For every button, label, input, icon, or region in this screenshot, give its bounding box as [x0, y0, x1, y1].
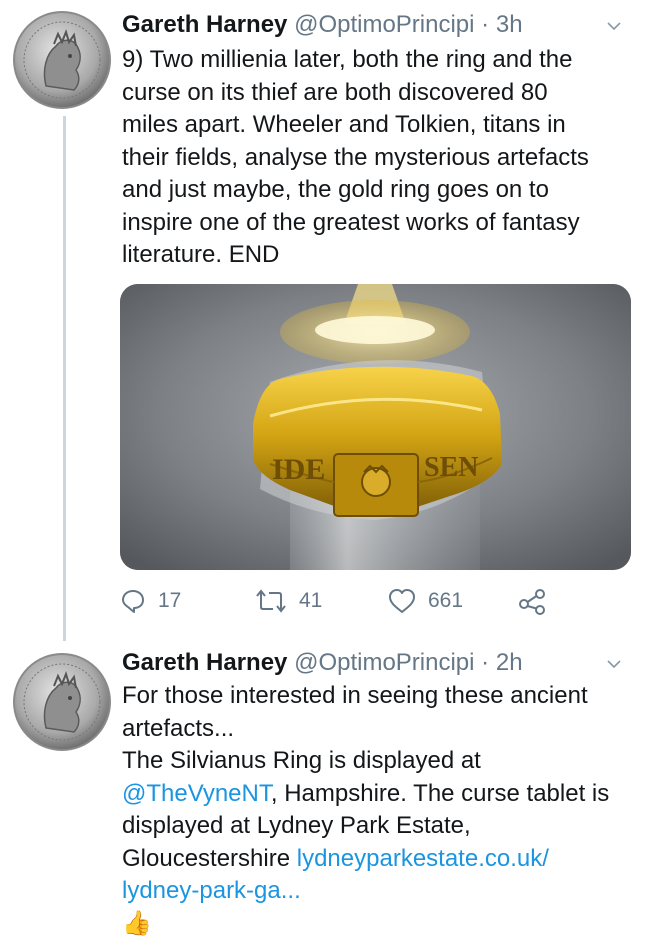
avatar[interactable] [6, 4, 118, 116]
tweet-text-line: curse on its thief are both discovered 8… [122, 78, 548, 106]
tweet-text-line: inspire one of the greatest works of fan… [122, 208, 580, 236]
author-name[interactable]: Gareth Harney [122, 11, 287, 38]
author-name[interactable]: Gareth Harney [122, 649, 287, 676]
retweet-icon [256, 589, 286, 613]
reply-icon [122, 590, 144, 613]
tweet-text-line: @TheVyneNT, Hampshire. The curse tablet … [122, 778, 632, 811]
tweet-text-line: artefacts... [122, 714, 235, 742]
tweet-header: Gareth Harney @OptimoPrincipi · 2h [122, 648, 523, 678]
tweet-text-fragment: , Hampshire. The curse tablet is [270, 779, 610, 807]
tweet-text-line: displayed at Lydney Park Estate, [122, 812, 471, 839]
avatar[interactable] [6, 646, 118, 758]
author-handle[interactable]: @OptimoPrincipi [294, 649, 474, 676]
tweet-text-line: 👍 [122, 908, 632, 941]
tweet-text: For those interested in seeing these anc… [122, 680, 632, 940]
tweet-text-line: and just maybe, the gold ring goes on to [122, 176, 549, 203]
coin-avatar [8, 6, 116, 114]
tweet-text-line: 9) Two millienia later, both the ring an… [122, 46, 573, 73]
tweet-text-line: Gloucestershire lydneyparkestate.co.uk/ [122, 843, 632, 876]
url-link-continued[interactable]: lydney-park-ga... [122, 877, 301, 904]
ring-inscription-right: SEN [424, 452, 478, 483]
separator-dot: · [481, 649, 490, 676]
reply-button[interactable]: 17 [120, 588, 181, 614]
tweet-text-line: miles apart. Wheeler and Tolkien, titans… [122, 111, 566, 138]
share-button[interactable] [518, 588, 546, 616]
tweet-text-line: For those interested in seeing these anc… [122, 682, 588, 709]
tweet-text: 9) Two millienia later, both the ring an… [122, 44, 632, 272]
like-icon [389, 589, 415, 613]
like-count: 661 [428, 589, 464, 612]
author-handle[interactable]: @OptimoPrincipi [294, 11, 474, 38]
tweet-text-line: their fields, analyse the mysterious art… [122, 143, 589, 171]
gold-ring-photo: IDE SEN [120, 284, 631, 570]
tweet-text-line: The Silvianus Ring is displayed at [122, 747, 481, 774]
retweet-count: 41 [299, 589, 323, 612]
thumbs-up-emoji: 👍 [122, 909, 152, 937]
tweet-media-image[interactable]: IDE SEN [120, 284, 631, 570]
chevron-down-icon[interactable] [606, 18, 622, 34]
tweet-timestamp[interactable]: 3h [496, 11, 523, 38]
url-link[interactable]: lydneyparkestate.co.uk/ [297, 845, 549, 872]
tweet-header: Gareth Harney @OptimoPrincipi · 3h [122, 10, 523, 40]
like-button[interactable]: 661 [388, 588, 463, 614]
reply-count: 17 [158, 589, 182, 612]
tweet-text-line: lydney-park-ga... [122, 875, 632, 908]
ring-inscription-left: IDE [272, 453, 325, 486]
share-icon [519, 589, 545, 615]
tweet-text-fragment: Gloucestershire [122, 844, 297, 872]
chevron-down-icon[interactable] [606, 656, 622, 672]
thread-connector-line [63, 116, 66, 641]
retweet-button[interactable]: 41 [255, 588, 322, 614]
separator-dot: · [481, 11, 490, 38]
mention-link[interactable]: @TheVyneNT [122, 780, 271, 807]
tweet-text-line: literature. END [122, 241, 280, 268]
coin-avatar [8, 648, 116, 756]
tweet-timestamp[interactable]: 2h [496, 649, 523, 676]
